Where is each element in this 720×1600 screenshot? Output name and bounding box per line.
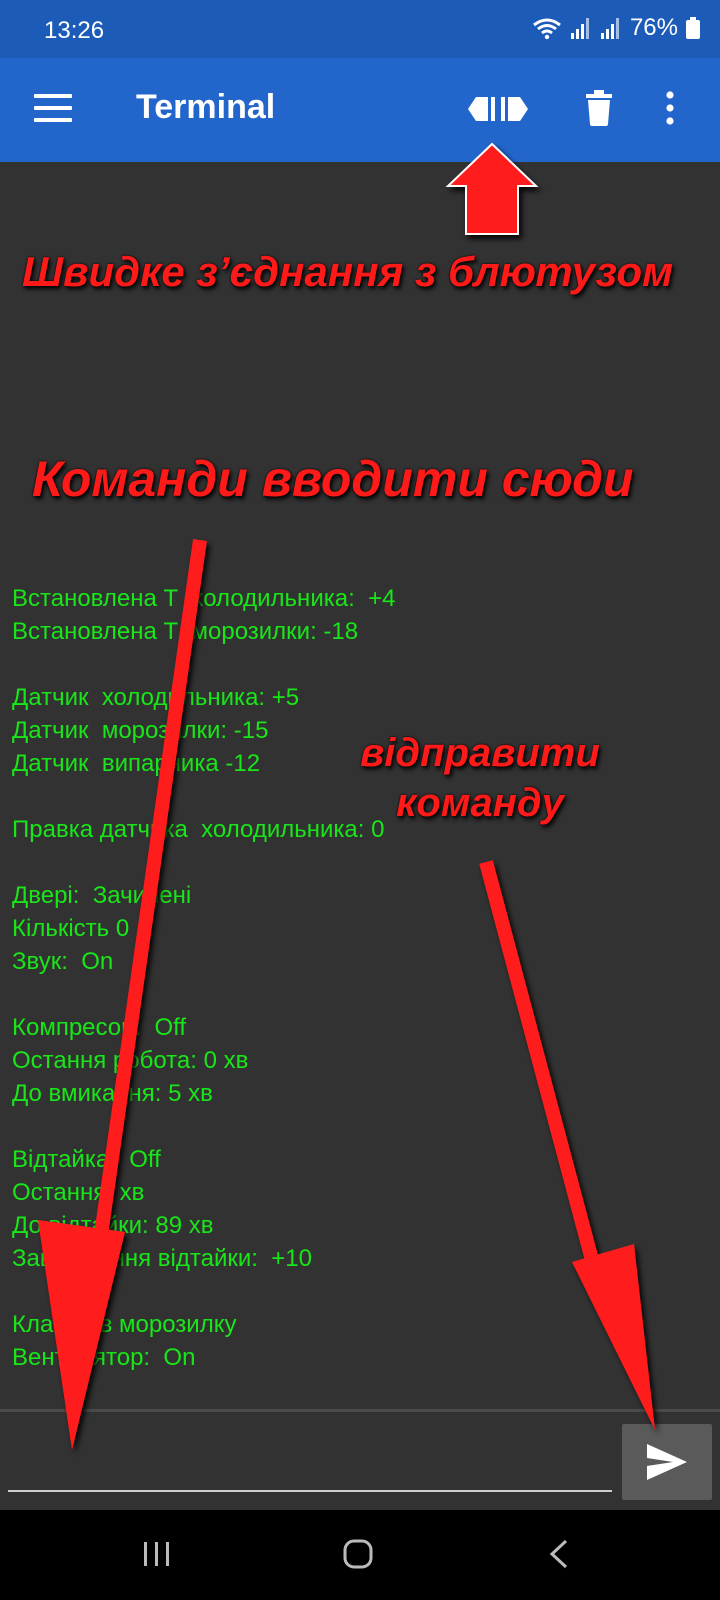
wifi-icon [533, 18, 561, 40]
terminal-line: Відтайка: Off [12, 1146, 161, 1173]
app-bar: Terminal [0, 58, 720, 162]
terminal-line: Остання хв [12, 1179, 145, 1206]
send-icon [647, 1444, 687, 1480]
signal-icon [570, 18, 589, 39]
more-options-icon[interactable] [666, 90, 674, 126]
terminal-line: До відтайки: 89 хв [12, 1212, 214, 1239]
terminal-line: Остання робота: 0 хв [12, 1047, 249, 1074]
battery-icon [686, 17, 700, 39]
terminal-output: Встановлена Т холодильника: +4 Встановлен… [12, 582, 702, 1374]
back-icon[interactable] [548, 1538, 570, 1570]
signal-icon-2 [600, 18, 619, 39]
terminal-line: Двері: Зачинені [12, 882, 192, 909]
battery-percent: 76% [629, 14, 678, 41]
status-icons: 76% [532, 14, 700, 42]
terminal-line: Звук: On [12, 948, 114, 975]
terminal-line: Завершення відтайки: +10 [12, 1245, 312, 1272]
command-input[interactable] [8, 1428, 612, 1492]
annotation-send: відправити команду [360, 731, 600, 825]
terminal-line: Встановлена Т холодильника: +4 [12, 585, 396, 612]
terminal-line: Клапан в морозилку [12, 1311, 237, 1338]
home-icon[interactable] [342, 1538, 374, 1570]
input-area [0, 1409, 720, 1513]
status-bar: 13:26 76% [0, 0, 720, 58]
annotation-connect: Швидке з’єднання з блютузом [22, 248, 674, 295]
connect-icon[interactable] [468, 94, 528, 124]
menu-icon[interactable] [34, 94, 72, 124]
terminal-line: До вмикання: 5 хв [12, 1080, 213, 1107]
delete-icon[interactable] [584, 90, 614, 126]
annotation-input: Команди вводити сюди [32, 451, 634, 507]
terminal-line: Компресор: Off [12, 1014, 187, 1041]
system-nav-bar [0, 1510, 720, 1600]
recent-apps-icon[interactable] [142, 1540, 172, 1568]
terminal-line: Датчик холодильника: +5 [12, 684, 300, 711]
terminal-line: Встановлена Т морозилки: -18 [12, 618, 359, 645]
status-time: 13:26 [44, 17, 105, 44]
send-button[interactable] [622, 1424, 712, 1500]
terminal-line: Кількість 0 [12, 915, 130, 942]
terminal-line: Вентилятор: On [12, 1344, 196, 1371]
app-title: Terminal [136, 88, 276, 126]
